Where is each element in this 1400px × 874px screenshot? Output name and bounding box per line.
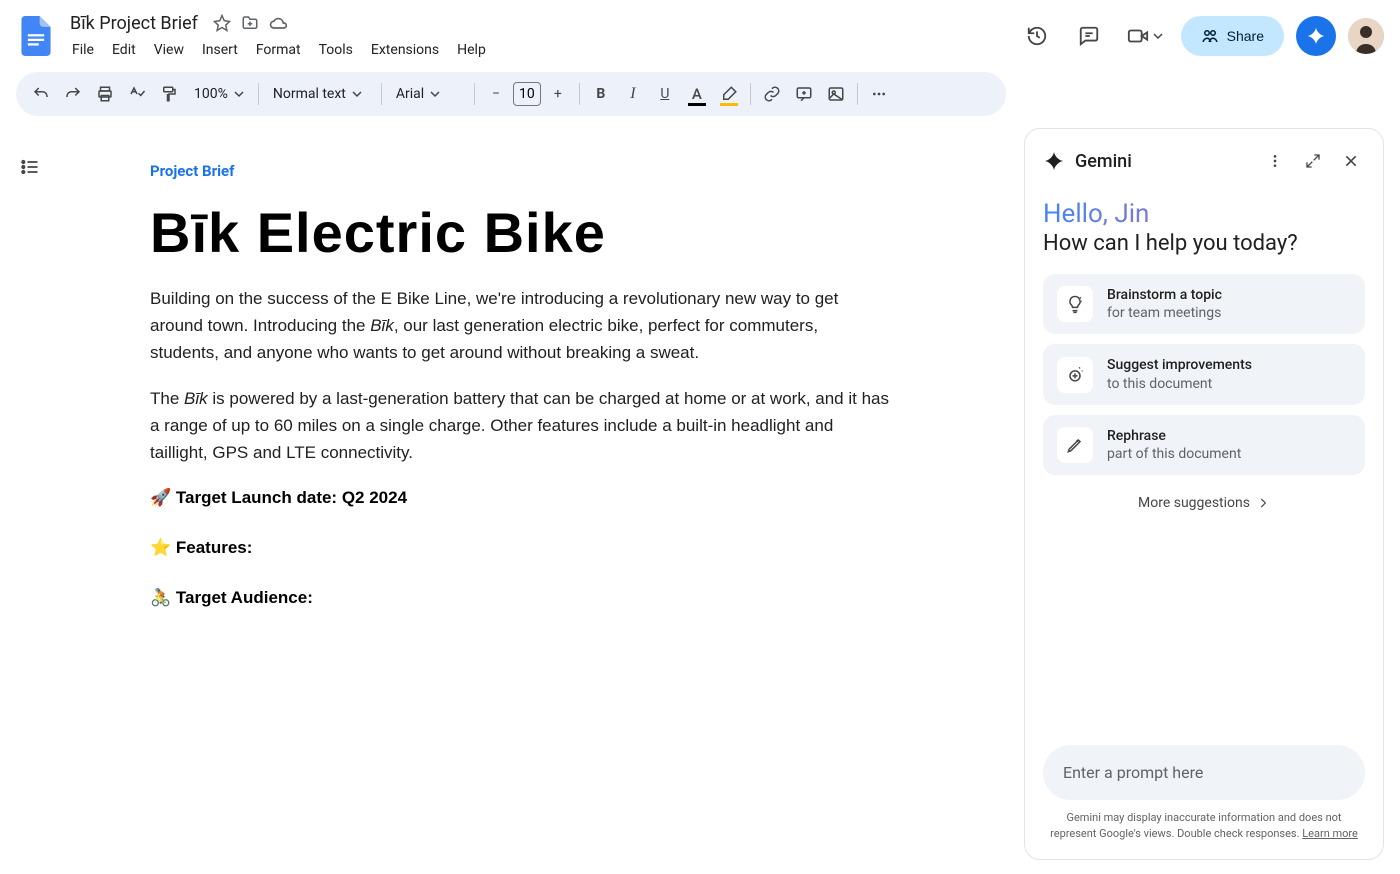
header-actions: Share: [1017, 16, 1384, 56]
gemini-sidebar: Gemini Hello, Jin How can I help you tod…: [1024, 128, 1384, 860]
font-size-increase[interactable]: +: [543, 79, 573, 109]
title-area: Bīk Project Brief File Edit View Insert …: [64, 11, 1017, 62]
menu-help[interactable]: Help: [449, 38, 494, 62]
cloud-status-icon[interactable]: [268, 13, 288, 33]
gemini-spark-icon: [1043, 150, 1065, 172]
gemini-subgreeting: How can I help you today?: [1043, 231, 1365, 256]
gemini-launcher-icon[interactable]: [1296, 16, 1336, 56]
zoom-select[interactable]: 100%: [186, 79, 252, 109]
share-button[interactable]: Share: [1181, 16, 1284, 56]
gemini-close-icon[interactable]: [1337, 147, 1365, 175]
font-size-control: − +: [481, 79, 573, 109]
menu-format[interactable]: Format: [248, 38, 309, 62]
more-tools-button[interactable]: [864, 79, 894, 109]
italic-button[interactable]: I: [618, 79, 648, 109]
move-icon[interactable]: [240, 13, 260, 33]
gemini-disclaimer: Gemini may display inaccurate informatio…: [1043, 810, 1365, 841]
document-canvas[interactable]: Project Brief Bīk Electric Bike Building…: [60, 122, 1024, 870]
document-label: Project Brief: [150, 162, 890, 180]
menu-view[interactable]: View: [146, 38, 192, 62]
pencil-icon: [1057, 427, 1093, 463]
comments-icon[interactable]: [1069, 16, 1109, 56]
share-label: Share: [1227, 28, 1264, 44]
text-color-button[interactable]: A: [682, 79, 712, 109]
app-header: Bīk Project Brief File Edit View Insert …: [0, 0, 1400, 64]
outline-column: [0, 122, 60, 870]
docs-logo-icon[interactable]: [16, 16, 56, 56]
paragraph-style-select[interactable]: Normal text: [265, 79, 375, 109]
suggestion-rephrase[interactable]: Rephrasepart of this document: [1043, 415, 1365, 475]
redo-button[interactable]: [58, 79, 88, 109]
gemini-prompt-input[interactable]: Enter a prompt here: [1043, 745, 1365, 800]
spellcheck-button[interactable]: [122, 79, 152, 109]
menu-edit[interactable]: Edit: [104, 38, 144, 62]
bold-button[interactable]: B: [586, 79, 616, 109]
lightbulb-icon: [1057, 286, 1093, 322]
menu-insert[interactable]: Insert: [194, 38, 246, 62]
paragraph-1: Building on the success of the E Bike Li…: [150, 285, 890, 367]
sparkle-plus-icon: [1057, 357, 1093, 393]
underline-button[interactable]: U: [650, 79, 680, 109]
learn-more-link[interactable]: Learn more: [1302, 827, 1358, 840]
insert-image-button[interactable]: [821, 79, 851, 109]
gemini-greeting: Hello, Jin: [1043, 199, 1365, 229]
document-heading: Bīk Electric Bike: [150, 200, 890, 265]
paragraph-2: The Bīk is powered by a last-generation …: [150, 385, 890, 467]
print-button[interactable]: [90, 79, 120, 109]
suggestion-brainstorm[interactable]: Brainstorm a topicfor team meetings: [1043, 274, 1365, 334]
user-avatar[interactable]: [1348, 18, 1384, 54]
gemini-expand-icon[interactable]: [1299, 147, 1327, 175]
outline-toggle-icon[interactable]: [15, 152, 45, 182]
paint-format-button[interactable]: [154, 79, 184, 109]
menu-tools[interactable]: Tools: [311, 38, 361, 62]
gemini-title: Gemini: [1075, 151, 1251, 172]
font-family-select[interactable]: Arial: [388, 79, 468, 109]
menu-file[interactable]: File: [64, 38, 102, 62]
gemini-more-icon[interactable]: [1261, 147, 1289, 175]
more-suggestions-button[interactable]: More suggestions: [1043, 495, 1365, 511]
menu-extensions[interactable]: Extensions: [363, 38, 447, 62]
menu-bar: File Edit View Insert Format Tools Exten…: [64, 38, 1017, 62]
formatting-toolbar: 100% Normal text Arial − + B I U A: [16, 72, 1006, 116]
undo-button[interactable]: [26, 79, 56, 109]
highlight-button[interactable]: [714, 79, 744, 109]
section-launch-date: 🚀 Target Launch date: Q2 2024: [150, 488, 890, 508]
section-features: ⭐ Features:: [150, 538, 890, 558]
insert-link-button[interactable]: [757, 79, 787, 109]
suggestion-improve[interactable]: Suggest improvementsto this document: [1043, 344, 1365, 404]
font-size-input[interactable]: [513, 82, 541, 106]
meet-button[interactable]: [1121, 16, 1169, 56]
star-icon[interactable]: [212, 13, 232, 33]
history-icon[interactable]: [1017, 16, 1057, 56]
document-title[interactable]: Bīk Project Brief: [64, 11, 204, 36]
font-size-decrease[interactable]: −: [481, 79, 511, 109]
insert-comment-button[interactable]: [789, 79, 819, 109]
section-audience: 🚴 Target Audience:: [150, 588, 890, 608]
